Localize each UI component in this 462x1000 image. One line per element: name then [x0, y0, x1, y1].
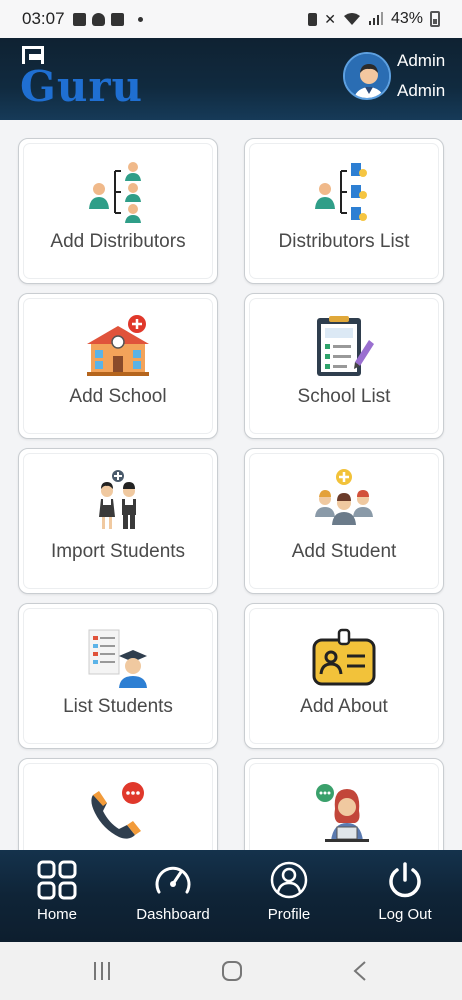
home-grid-icon: [37, 860, 77, 900]
import-students-icon: [99, 470, 136, 529]
list-students-card[interactable]: List Students: [18, 603, 218, 749]
nav-dashboard-label: Dashboard: [136, 906, 210, 923]
add-distributors-card[interactable]: Add Distributors: [18, 138, 218, 284]
school-list-icon: [317, 316, 374, 376]
nav-logout[interactable]: Log Out: [350, 860, 460, 938]
card-label: Add Distributors: [50, 231, 186, 252]
add-student-icon: [315, 469, 373, 525]
bottom-nav: Home Dashboard Profile Log Out: [0, 850, 462, 942]
recent-apps-icon[interactable]: [92, 960, 112, 982]
support-card[interactable]: [244, 758, 444, 850]
add-about-icon: [312, 628, 376, 686]
status-bar: 03:07 ✕ 43%: [0, 0, 462, 38]
home-button-icon[interactable]: [221, 960, 243, 982]
battery-percent: 43%: [390, 10, 423, 27]
signal-icon: [368, 12, 383, 25]
avatar-person-icon: [345, 54, 389, 98]
back-icon[interactable]: [352, 960, 368, 982]
gallery-icon: [72, 12, 86, 26]
notification-icons: [72, 12, 143, 26]
guru-logo: Guru: [20, 46, 144, 111]
add-school-icon: [87, 315, 149, 376]
mute-icon: ✕: [324, 10, 336, 27]
support-agent-icon: [316, 784, 369, 842]
more-notifications-icon: [137, 16, 143, 22]
add-student-card[interactable]: Add Student: [244, 448, 444, 594]
brand-name: Guru: [20, 62, 144, 111]
nav-home-label: Home: [36, 906, 77, 923]
add-school-card[interactable]: Add School: [18, 293, 218, 439]
nav-dashboard[interactable]: Dashboard: [118, 860, 228, 938]
card-label: Add About: [300, 696, 388, 717]
checkbox-icon: [110, 12, 124, 26]
avatar[interactable]: [343, 52, 391, 100]
card-label: Add School: [69, 386, 167, 407]
add-distributors-icon: [89, 162, 141, 223]
contact-phone-icon: [91, 782, 144, 839]
nav-profile[interactable]: Profile: [234, 860, 344, 938]
contact-card[interactable]: [18, 758, 218, 850]
app-header: Guru Admin Admin: [0, 38, 462, 120]
list-students-icon: [88, 629, 147, 688]
user-role: Admin: [397, 81, 446, 100]
dashboard-gauge-icon: [155, 866, 191, 894]
system-nav-bar: [0, 942, 462, 1000]
card-label: List Students: [63, 696, 173, 717]
distributors-list-icon: [315, 163, 367, 221]
add-about-card[interactable]: Add About: [244, 603, 444, 749]
nav-logout-label: Log Out: [378, 906, 432, 923]
nav-profile-label: Profile: [267, 906, 311, 923]
wifi-icon: [343, 13, 360, 25]
dashboard-grid: Add Distributors Distributors List Add S…: [0, 120, 462, 850]
power-icon: [389, 862, 421, 898]
school-list-card[interactable]: School List: [244, 293, 444, 439]
status-time: 03:07: [22, 9, 65, 28]
card-label: Import Students: [50, 541, 186, 562]
profile-icon: [270, 861, 308, 899]
card-label: Distributors List: [278, 231, 410, 252]
nav-home[interactable]: Home: [2, 860, 112, 938]
card-label: School List: [297, 386, 391, 407]
user-name: Admin: [397, 51, 446, 70]
snapchat-icon: [91, 12, 105, 26]
battery-saver-icon: [308, 12, 318, 26]
battery-icon: [430, 11, 440, 27]
import-students-card[interactable]: Import Students: [18, 448, 218, 594]
distributors-list-card[interactable]: Distributors List: [244, 138, 444, 284]
card-label: Add Student: [291, 541, 397, 562]
